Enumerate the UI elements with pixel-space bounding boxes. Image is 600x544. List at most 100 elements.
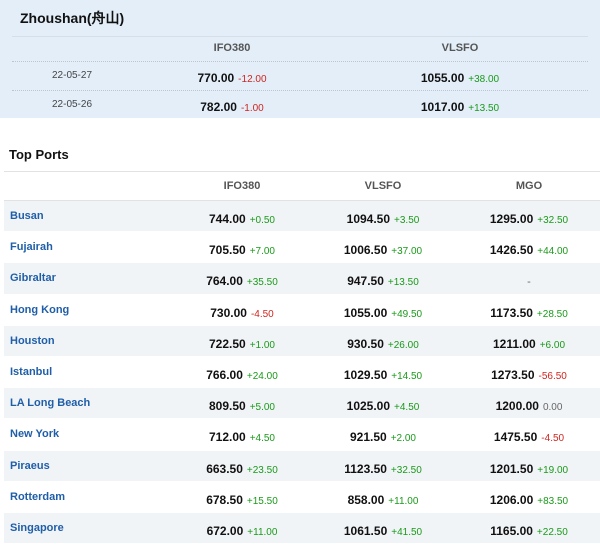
vlsfo-cell: 1055.00 +49.50 bbox=[309, 304, 457, 322]
vlsfo-price: 1025.00 bbox=[346, 399, 391, 414]
vlsfo-cell: 1123.50 +32.50 bbox=[309, 460, 457, 478]
port-link[interactable]: Busan bbox=[10, 210, 44, 222]
vlsfo-change: +13.50 bbox=[468, 103, 500, 114]
ifo380-cell: 722.50 +1.00 bbox=[176, 335, 308, 353]
mgo-price: 1475.50 bbox=[493, 430, 538, 445]
vlsfo-price: 921.50 bbox=[349, 430, 387, 445]
vlsfo-change: +41.50 bbox=[391, 526, 423, 538]
ifo380-cell: 730.00 -4.50 bbox=[176, 304, 308, 322]
mgo-cell: 1211.00 +6.00 bbox=[458, 335, 600, 353]
vlsfo-change: +26.00 bbox=[387, 339, 419, 351]
port-row-piraeus: Piraeus 663.50 +23.50 1123.50 +32.50 1201.50 +… bbox=[4, 450, 600, 482]
port-link[interactable]: LA Long Beach bbox=[10, 397, 90, 409]
vlsfo-change: +2.00 bbox=[390, 433, 416, 445]
ifo380-cell: 663.50 +23.50 bbox=[176, 460, 308, 478]
ifo380-price: 764.00 bbox=[206, 274, 243, 289]
port-link[interactable]: Fujairah bbox=[10, 241, 53, 253]
vlsfo-change: +13.50 bbox=[387, 277, 419, 289]
zhoushan-header-vlsfo: VLSFO bbox=[441, 42, 479, 54]
ifo380-cell: 744.00 +0.50 bbox=[176, 210, 308, 228]
mgo-price: 1165.00 bbox=[490, 523, 533, 538]
ifo380-change: +15.50 bbox=[246, 495, 278, 507]
mgo-cell: 1206.00 +83.50 bbox=[458, 491, 600, 509]
vlsfo-change: +37.00 bbox=[391, 246, 423, 258]
ifo380-price: 782.00 bbox=[200, 100, 237, 114]
mgo-price: 1173.50 bbox=[490, 305, 533, 320]
mgo-change: 0.00 bbox=[542, 402, 563, 414]
vlsfo-price: 1061.50 bbox=[343, 523, 388, 538]
ifo380-price: 766.00 bbox=[206, 367, 243, 382]
ifo380-price: 722.50 bbox=[208, 336, 246, 351]
mgo-change: +28.50 bbox=[536, 308, 568, 320]
vlsfo-change: +32.50 bbox=[390, 464, 422, 476]
ifo380-change: -12.00 bbox=[238, 74, 267, 85]
ifo380-cell: 678.50 +15.50 bbox=[176, 491, 308, 509]
ifo380-change: +11.00 bbox=[247, 526, 278, 538]
vlsfo-change: +11.00 bbox=[388, 495, 419, 507]
zhoushan-table: IFO380 VLSFO 22-05-27 770.00 -12.00 1055.00… bbox=[12, 36, 588, 119]
top-ports-table-header: IFO380 VLSFO MGO bbox=[4, 171, 600, 201]
top-ports-title: Top Ports bbox=[9, 147, 69, 162]
mgo-price: 1295.00 bbox=[489, 212, 534, 226]
port-row-gibraltar: Gibraltar 764.00 +35.50 947.50 +13.50- bbox=[4, 263, 600, 295]
zhoushan-table-header: IFO380 VLSFO bbox=[12, 36, 588, 62]
mgo-change: -4.50 bbox=[541, 433, 565, 445]
vlsfo-price: 858.00 bbox=[347, 492, 385, 507]
date-cell: 22-05-26 bbox=[51, 99, 93, 110]
mgo-price: 1426.50 bbox=[489, 243, 534, 258]
ifo380-cell: 672.00 +11.00 bbox=[176, 522, 308, 540]
port-link[interactable]: Singapore bbox=[10, 522, 64, 534]
ifo380-change: +5.00 bbox=[249, 402, 275, 414]
mgo-change: +19.00 bbox=[537, 464, 569, 476]
ifo380-change: +7.00 bbox=[249, 246, 275, 258]
vlsfo-price: 1094.50 bbox=[346, 212, 391, 226]
port-link[interactable]: Hong Kong bbox=[10, 304, 69, 316]
port-link[interactable]: Houston bbox=[10, 335, 55, 347]
ifo380-change: +23.50 bbox=[246, 464, 278, 476]
port-link[interactable]: Piraeus bbox=[10, 460, 50, 472]
vlsfo-cell: 858.00 +11.00 bbox=[309, 491, 457, 509]
port-link[interactable]: Gibraltar bbox=[10, 272, 56, 284]
ifo380-price: 678.50 bbox=[206, 492, 243, 507]
port-row-rotterdam: Rotterdam 678.50 +15.50 858.00 +11.00 1206.00… bbox=[4, 481, 600, 513]
port-link[interactable]: Rotterdam bbox=[10, 491, 65, 503]
mgo-price: 1206.00 bbox=[489, 492, 534, 507]
vlsfo-cell: 921.50 +2.00 bbox=[309, 428, 457, 446]
vlsfo-price: 1123.50 bbox=[344, 461, 387, 476]
vlsfo-price: 930.50 bbox=[347, 336, 384, 351]
ifo380-cell: 770.00 -12.00 bbox=[132, 69, 332, 87]
ifo380-price: 809.50 bbox=[208, 399, 246, 414]
ifo380-cell: 705.50 +7.00 bbox=[176, 241, 308, 259]
vlsfo-cell: 1029.50 +14.50 bbox=[309, 366, 457, 384]
mgo-cell: 1165.00 +22.50 bbox=[458, 522, 600, 540]
mgo-change: -56.50 bbox=[538, 370, 567, 382]
mgo-price: 1273.50 bbox=[491, 367, 535, 382]
mgo-change: +6.00 bbox=[539, 339, 566, 351]
ifo380-cell: 712.00 +4.50 bbox=[176, 428, 308, 446]
ifo380-change: +4.50 bbox=[249, 433, 275, 445]
zhoushan-row: 22-05-27 770.00 -12.00 1055.00 +38.00 bbox=[12, 62, 588, 91]
ifo380-change: +0.50 bbox=[249, 215, 275, 226]
vlsfo-price: 1006.50 bbox=[343, 243, 388, 258]
mgo-change: +83.50 bbox=[537, 495, 569, 507]
ifo380-change: +24.00 bbox=[246, 370, 278, 382]
port-row-busan: Busan 744.00 +0.50 1094.50 +3.50 1295.00 +32.5… bbox=[4, 201, 600, 233]
ifo380-price: 712.00 bbox=[208, 430, 246, 445]
mgo-cell: 1426.50 +44.00 bbox=[458, 241, 600, 259]
vlsfo-cell: 1061.50 +41.50 bbox=[309, 522, 457, 540]
ifo380-price: 730.00 bbox=[210, 305, 247, 320]
ifo380-price: 672.00 bbox=[206, 523, 244, 538]
vlsfo-change: +49.50 bbox=[391, 308, 423, 320]
ifo380-price: 663.50 bbox=[206, 461, 243, 476]
mgo-cell: 1173.50 +28.50 bbox=[458, 304, 600, 322]
ifo380-cell: 764.00 +35.50 bbox=[176, 272, 308, 290]
port-link[interactable]: Istanbul bbox=[10, 366, 52, 378]
mgo-change: +44.00 bbox=[537, 246, 569, 258]
mgo-cell: 1295.00 +32.50 bbox=[458, 210, 600, 228]
ifo380-price: 770.00 bbox=[197, 71, 235, 85]
vlsfo-price: 1017.00 bbox=[420, 100, 465, 114]
zhoushan-panel: Zhoushan(舟山) IFO380 VLSFO 22-05-27 770.00… bbox=[0, 0, 600, 118]
port-link[interactable]: New York bbox=[10, 428, 59, 440]
ifo380-change: -4.50 bbox=[250, 308, 274, 320]
mgo-change: +22.50 bbox=[536, 526, 568, 538]
